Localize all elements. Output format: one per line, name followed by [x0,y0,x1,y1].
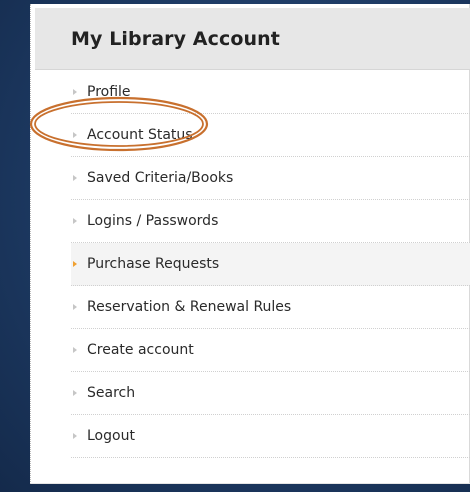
menu-item-label: Purchase Requests [87,256,220,272]
bullet-icon [73,89,77,95]
bullet-icon [73,433,77,439]
menu-item-label: Search [87,385,136,401]
menu-item-label: Logout [87,428,135,444]
menu-item-label: Account Status [87,127,193,143]
menu-item-label: Logins / Passwords [87,213,219,229]
bullet-icon [73,132,77,138]
menu-item-search[interactable]: Search [71,372,470,415]
menu-item-create-account[interactable]: Create account [71,329,470,372]
account-panel: My Library Account Profile Account Statu… [30,4,470,484]
menu-item-profile[interactable]: Profile [71,71,470,114]
menu-item-label: Create account [87,342,194,358]
menu-item-label: Profile [87,84,131,100]
bullet-icon [73,175,77,181]
bullet-icon [73,261,77,267]
bullet-icon [73,304,77,310]
menu-item-reservation-renewal-rules[interactable]: Reservation & Renewal Rules [71,286,470,329]
bullet-icon [73,390,77,396]
menu-item-label: Saved Criteria/Books [87,170,234,186]
menu-item-label: Reservation & Renewal Rules [87,299,292,315]
bullet-icon [73,347,77,353]
account-menu: Profile Account Status Saved Criteria/Bo… [71,71,470,458]
panel-header: My Library Account [35,8,470,70]
bullet-icon [73,218,77,224]
menu-item-logout[interactable]: Logout [71,415,470,458]
menu-item-logins-passwords[interactable]: Logins / Passwords [71,200,470,243]
panel-title: My Library Account [71,28,280,50]
menu-item-saved-criteria[interactable]: Saved Criteria/Books [71,157,470,200]
menu-item-purchase-requests[interactable]: Purchase Requests [71,243,470,286]
menu-item-account-status[interactable]: Account Status [71,114,470,157]
